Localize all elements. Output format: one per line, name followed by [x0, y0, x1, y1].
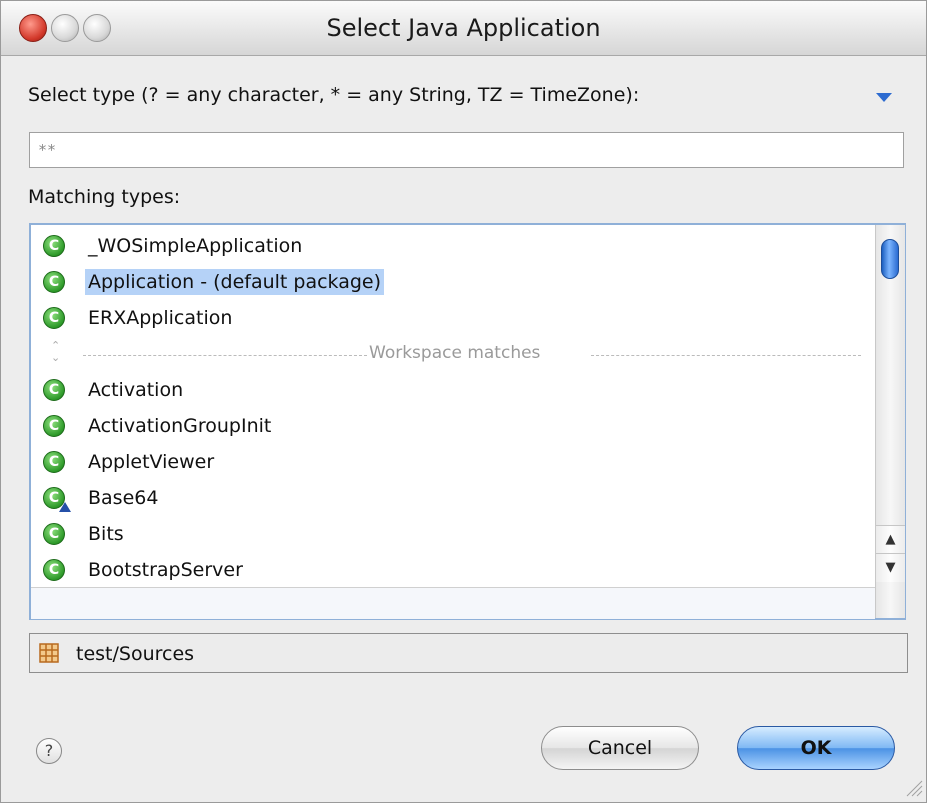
collapse-expand-icon: ⌃ ⌄ — [51, 339, 61, 364]
window-title: Select Java Application — [326, 14, 601, 42]
class-icon: C — [43, 451, 65, 473]
dialog-window: Select Java Application Select type (? =… — [0, 0, 927, 803]
list-item-label: Bits — [88, 523, 124, 545]
list-item[interactable]: C _WOSimpleApplication — [31, 229, 875, 265]
class-icon: C — [43, 415, 65, 437]
workspace-matches-separator: ⌃ ⌄ Workspace matches — [31, 337, 875, 373]
view-menu-chevron-icon[interactable] — [876, 93, 892, 102]
package-location-label: test/Sources — [76, 643, 195, 665]
class-icon: C — [43, 271, 65, 293]
package-folder-icon — [39, 643, 59, 663]
package-location-field: test/Sources — [29, 633, 908, 673]
class-icon: C — [43, 235, 65, 257]
list-item[interactable]: C Bits — [31, 517, 875, 553]
list-item-label: Application - (default package) — [85, 269, 385, 295]
list-viewport: C _WOSimpleApplication C Application - (… — [31, 225, 875, 587]
separator-line — [83, 355, 367, 356]
class-icon: C — [43, 379, 65, 401]
list-item-label: ERXApplication — [88, 307, 233, 329]
class-icon: C — [43, 307, 65, 329]
title-bar: Select Java Application — [1, 1, 926, 56]
details-area — [31, 587, 875, 619]
matching-types-label: Matching types: — [28, 186, 181, 208]
type-filter-input[interactable] — [29, 132, 904, 168]
list-item-label: ActivationGroupInit — [88, 415, 272, 437]
list-item-label: AppletViewer — [88, 451, 215, 473]
filter-label: Select type (? = any character, * = any … — [28, 84, 640, 106]
warning-overlay-icon — [59, 502, 71, 512]
class-icon: C — [43, 523, 65, 545]
list-item-selected[interactable]: C Application - (default package) — [31, 265, 875, 301]
ok-button[interactable]: OK — [737, 726, 895, 770]
resize-grip-icon[interactable] — [903, 777, 923, 797]
list-item-label: _WOSimpleApplication — [88, 235, 303, 257]
list-item[interactable]: C ActivationGroupInit — [31, 409, 875, 445]
scroll-down-arrow-icon[interactable]: ▼ — [876, 553, 905, 582]
list-item[interactable]: C Base64 — [31, 481, 875, 517]
list-item[interactable]: C AppletViewer — [31, 445, 875, 481]
list-item[interactable]: C BootstrapServer — [31, 553, 875, 587]
list-item-label: Activation — [88, 379, 184, 401]
separator-label: Workspace matches — [369, 343, 541, 363]
scrollbar-thumb[interactable] — [881, 239, 899, 279]
list-item[interactable]: C Activation — [31, 373, 875, 409]
list-item-label: BootstrapServer — [88, 559, 243, 581]
list-item-label: Base64 — [88, 487, 159, 509]
separator-line — [591, 355, 861, 356]
cancel-button[interactable]: Cancel — [541, 726, 699, 770]
class-icon: C — [43, 559, 65, 581]
scroll-up-arrow-icon[interactable]: ▲ — [876, 525, 905, 554]
list-item[interactable]: C ERXApplication — [31, 301, 875, 337]
vertical-scrollbar[interactable]: ▲ ▼ — [875, 225, 905, 618]
matching-types-list[interactable]: C _WOSimpleApplication C Application - (… — [29, 223, 906, 620]
help-icon[interactable]: ? — [36, 738, 62, 764]
